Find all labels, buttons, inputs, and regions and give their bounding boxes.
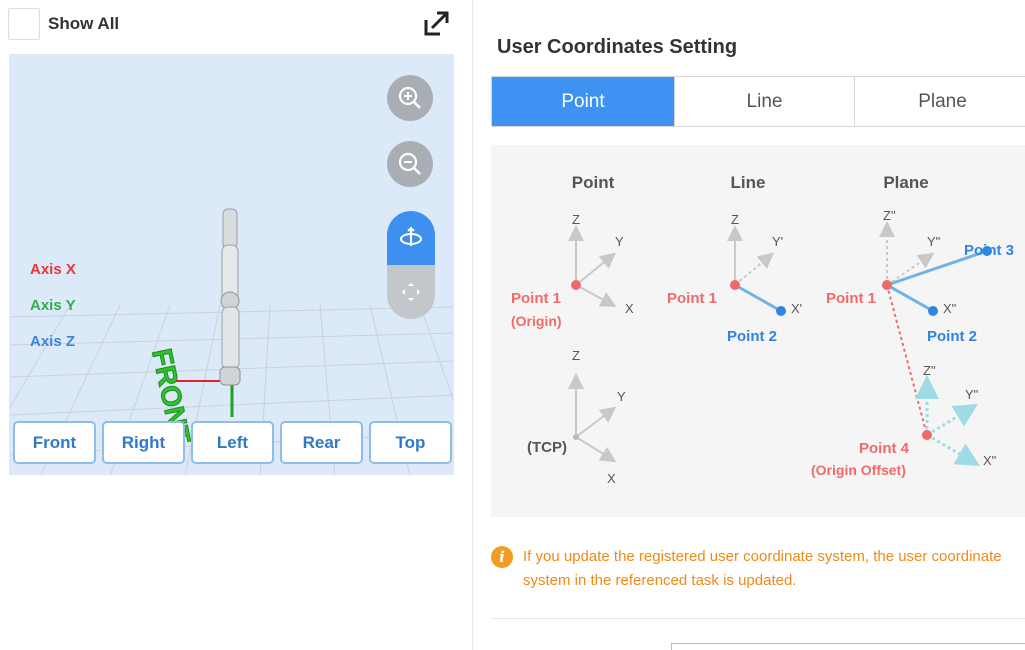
rotate-3d-icon [400,226,422,246]
tcp-axis-y: Y [617,389,626,404]
robot-view-panel: Show All FRONT Axis X Axis Y Axis Z Fron… [0,0,470,650]
header-point: Point [572,173,615,192]
tcp-axis-x: X [607,471,616,486]
user-coordinates-panel: User Coordinates Setting Point Line Plan… [473,0,1025,650]
view-left-button[interactable]: Left [191,421,274,464]
coordinate-diagram: Point Line Plane Z Y X Point 1 (Origin) [491,145,1025,517]
tab-line[interactable]: Line [675,77,855,126]
point-axis-y: Y [615,234,624,249]
show-all-toggle[interactable]: Show All [8,8,119,40]
point-diagram: Z Y X Point 1 (Origin) [511,212,634,329]
header-line: Line [731,173,766,192]
offset-axis-z: Z" [923,363,936,378]
zoom-out-button[interactable] [387,141,433,187]
axis-y-label: Axis Y [30,297,76,314]
pan-move-icon [402,283,420,301]
coordinate-type-tabs: Point Line Plane [491,76,1025,127]
plane-label-origin-offset: (Origin Offset) [811,462,906,478]
offset-axis-x: X" [983,453,997,468]
point-label-point1: Point 1 [511,290,561,307]
tcp-label: (TCP) [527,439,567,456]
update-notice: i If you update the registered user coor… [491,545,1021,593]
plane-label-point2: Point 2 [927,328,977,345]
line-label-point1: Point 1 [667,290,717,307]
tcp-diagram: Z Y X (TCP) [527,348,626,486]
robot-arm [219,208,241,386]
tcp-axis-z: Z [572,348,580,363]
point-axis-x: X [625,301,634,316]
coordinate-diagram-svg: Point Line Plane Z Y X Point 1 (Origin) [511,173,1014,486]
robot-3d-viewport[interactable]: FRONT Axis X Axis Y Axis Z Front Right L… [9,54,454,475]
point-label-origin: (Origin) [511,313,562,329]
axis-z-label: Axis Z [30,333,76,350]
info-icon: i [491,546,513,568]
tab-plane[interactable]: Plane [855,77,1025,126]
expand-arrow-icon [424,11,449,36]
pan-mode-button[interactable] [387,265,435,319]
plane-diagram: Z" Y" X" Point 1 Point 3 Point 2 Z" Y" X… [811,208,1014,478]
zoom-in-button[interactable] [387,75,433,121]
view-mode-group [387,211,435,319]
line-label-point2: Point 2 [727,328,777,345]
axis-x-label: Axis X [30,261,76,278]
coordinate-name-input[interactable] [671,643,1025,650]
plane-label-point4: Point 4 [859,440,910,457]
app-root: Show All FRONT Axis X Axis Y Axis Z Fron… [0,0,1025,650]
offset-axis-y: Y" [965,387,979,402]
plane-axis-y: Y" [927,234,941,249]
header-plane: Plane [883,173,928,192]
rotate-mode-button[interactable] [387,211,435,265]
view-front-button[interactable]: Front [13,421,96,464]
plane-axis-x: X" [943,301,957,316]
zoom-out-icon [398,152,421,175]
plane-label-point1: Point 1 [826,290,876,307]
notice-text: If you update the registered user coordi… [523,548,1002,589]
view-buttons: Front Right Left Rear Top [13,421,452,464]
plane-label-point3: Point 3 [964,242,1014,259]
view-right-button[interactable]: Right [102,421,185,464]
view-rear-button[interactable]: Rear [280,421,363,464]
line-axis-x-prime: X' [791,301,802,316]
page-title: User Coordinates Setting [497,36,738,58]
point-axis-z: Z [572,212,580,227]
view-top-button[interactable]: Top [369,421,452,464]
show-all-checkbox[interactable] [8,8,40,40]
line-diagram: Z Y' X' Point 1 Point 2 [667,212,802,345]
zoom-in-icon [398,86,421,109]
expand-view-button[interactable] [420,6,454,40]
section-divider [491,618,1025,619]
line-axis-z: Z [731,212,739,227]
show-all-label: Show All [48,14,120,33]
tab-point[interactable]: Point [492,77,675,126]
line-axis-y-prime: Y' [772,234,783,249]
plane-axis-z: Z" [883,208,896,223]
